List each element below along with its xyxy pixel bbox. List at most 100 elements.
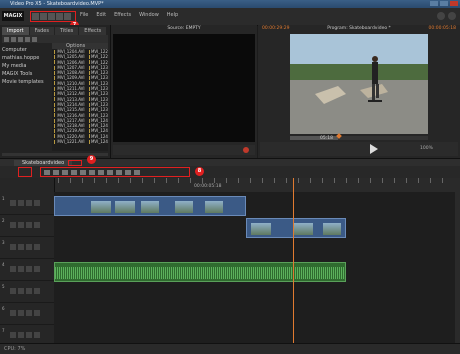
split-tool-icon[interactable] [62, 169, 68, 175]
tab-titles[interactable]: Titles [54, 27, 79, 35]
mute-icon[interactable] [10, 200, 16, 206]
undo-icon[interactable] [56, 13, 63, 20]
track-header[interactable]: 1 [0, 194, 54, 215]
solo-icon[interactable] [18, 288, 24, 294]
settings-icon[interactable] [437, 12, 445, 20]
video-file-icon [54, 134, 56, 139]
solo-icon[interactable] [18, 244, 24, 250]
video-file-icon [88, 81, 90, 86]
solo-icon[interactable] [18, 222, 24, 228]
delete-tool-icon[interactable] [71, 169, 77, 175]
timeline-ruler[interactable]: 00:00:05:18 [54, 178, 460, 193]
marker-tool-icon[interactable] [98, 169, 104, 175]
visibility-icon[interactable] [34, 266, 40, 272]
new-icon[interactable] [32, 13, 39, 20]
folder-computer[interactable]: Computer [2, 46, 50, 54]
range-tool-icon[interactable] [89, 169, 95, 175]
tab-import[interactable]: Import [2, 27, 29, 35]
status-bar: CPU: 7% [0, 343, 460, 354]
tab-fades[interactable]: Fades [29, 27, 54, 35]
transport-controls: 05:18 100% [260, 136, 458, 156]
visibility-icon[interactable] [34, 244, 40, 250]
visibility-icon[interactable] [34, 310, 40, 316]
menu-edit[interactable]: Edit [96, 12, 106, 18]
folder-user[interactable]: mathias.hoppe [2, 54, 50, 62]
skateboard-video-still [290, 34, 428, 134]
solo-icon[interactable] [18, 200, 24, 206]
visibility-icon[interactable] [34, 222, 40, 228]
close-button[interactable] [450, 1, 458, 6]
title-tool-icon[interactable] [107, 169, 113, 175]
track-header[interactable]: 5 [0, 282, 54, 303]
snap-tool-icon[interactable] [125, 169, 131, 175]
video-clip-track2[interactable] [246, 218, 346, 238]
video-clip-track1[interactable] [54, 196, 246, 216]
timeline-tracks [54, 192, 460, 343]
mute-icon[interactable] [10, 222, 16, 228]
folder-up-icon[interactable] [18, 36, 23, 42]
file-row[interactable]: MVI_1221.AVI MVI_124 [52, 139, 108, 144]
minimize-button[interactable] [430, 1, 438, 6]
back-icon[interactable] [4, 36, 9, 42]
play-icon[interactable] [370, 144, 378, 154]
visibility-icon[interactable] [34, 200, 40, 206]
track-header[interactable]: 2 [0, 216, 54, 237]
mute-icon[interactable] [10, 266, 16, 272]
program-monitor: 00:00:29:29 Program: Skateboardvideo * 0… [258, 25, 460, 158]
link-tool-icon[interactable] [116, 169, 122, 175]
mute-icon[interactable] [10, 244, 16, 250]
folder-movie-templates[interactable]: Movie templates [2, 78, 50, 86]
mute-icon[interactable] [10, 288, 16, 294]
timeline-vertical-scrollbar[interactable] [455, 192, 460, 343]
program-position-slider[interactable] [290, 133, 428, 140]
maximize-button[interactable] [440, 1, 448, 6]
ruler-tick [406, 178, 407, 183]
ruler-tick [394, 178, 395, 183]
menu-file[interactable]: File [80, 12, 88, 18]
audio-clip-track4[interactable] [54, 262, 346, 282]
help-icon[interactable] [448, 12, 456, 20]
solo-icon[interactable] [18, 310, 24, 316]
folder-my-media[interactable]: My media [2, 62, 50, 70]
lock-icon[interactable] [26, 288, 32, 294]
menu-bar: MAGIX 7 File Edit Effects Window Help [0, 8, 460, 30]
lock-icon[interactable] [26, 266, 32, 272]
cut-tool-icon[interactable] [53, 169, 59, 175]
save-icon[interactable] [48, 13, 55, 20]
open-icon[interactable] [40, 13, 47, 20]
solo-icon[interactable] [18, 266, 24, 272]
lock-icon[interactable] [26, 222, 32, 228]
lock-icon[interactable] [26, 200, 32, 206]
menu-effects[interactable]: Effects [114, 12, 131, 18]
view-icon[interactable] [32, 36, 37, 42]
pointer-tool-icon[interactable] [44, 169, 50, 175]
visibility-icon[interactable] [34, 288, 40, 294]
playhead[interactable] [293, 178, 294, 343]
lock-icon[interactable] [26, 244, 32, 250]
record-icon[interactable] [243, 147, 249, 153]
tab-effects[interactable]: Effects [79, 27, 107, 35]
mute-icon[interactable] [10, 332, 16, 338]
menu-window[interactable]: Window [139, 12, 159, 18]
lock-icon[interactable] [26, 310, 32, 316]
zoom-tool-icon[interactable] [134, 169, 140, 175]
track-header[interactable]: 6 [0, 304, 54, 325]
trim-tool-icon[interactable] [80, 169, 86, 175]
video-file-icon [88, 134, 90, 139]
lock-icon[interactable] [26, 332, 32, 338]
mute-icon[interactable] [10, 310, 16, 316]
track-header[interactable]: 3 [0, 238, 54, 259]
solo-icon[interactable] [18, 332, 24, 338]
search-icon[interactable] [25, 36, 30, 42]
track-header[interactable]: 4 [0, 260, 54, 281]
menu-help[interactable]: Help [167, 12, 178, 18]
visibility-icon[interactable] [34, 332, 40, 338]
mode-button[interactable] [18, 167, 32, 177]
redo-icon[interactable] [64, 13, 71, 20]
zoom-level[interactable]: 100% [420, 146, 433, 151]
ruler-tick [166, 178, 167, 183]
forward-icon[interactable] [11, 36, 16, 42]
folder-magix-tools[interactable]: MAGIX Tools [2, 70, 50, 78]
video-file-icon [54, 76, 56, 81]
ruler-tick [418, 178, 419, 183]
